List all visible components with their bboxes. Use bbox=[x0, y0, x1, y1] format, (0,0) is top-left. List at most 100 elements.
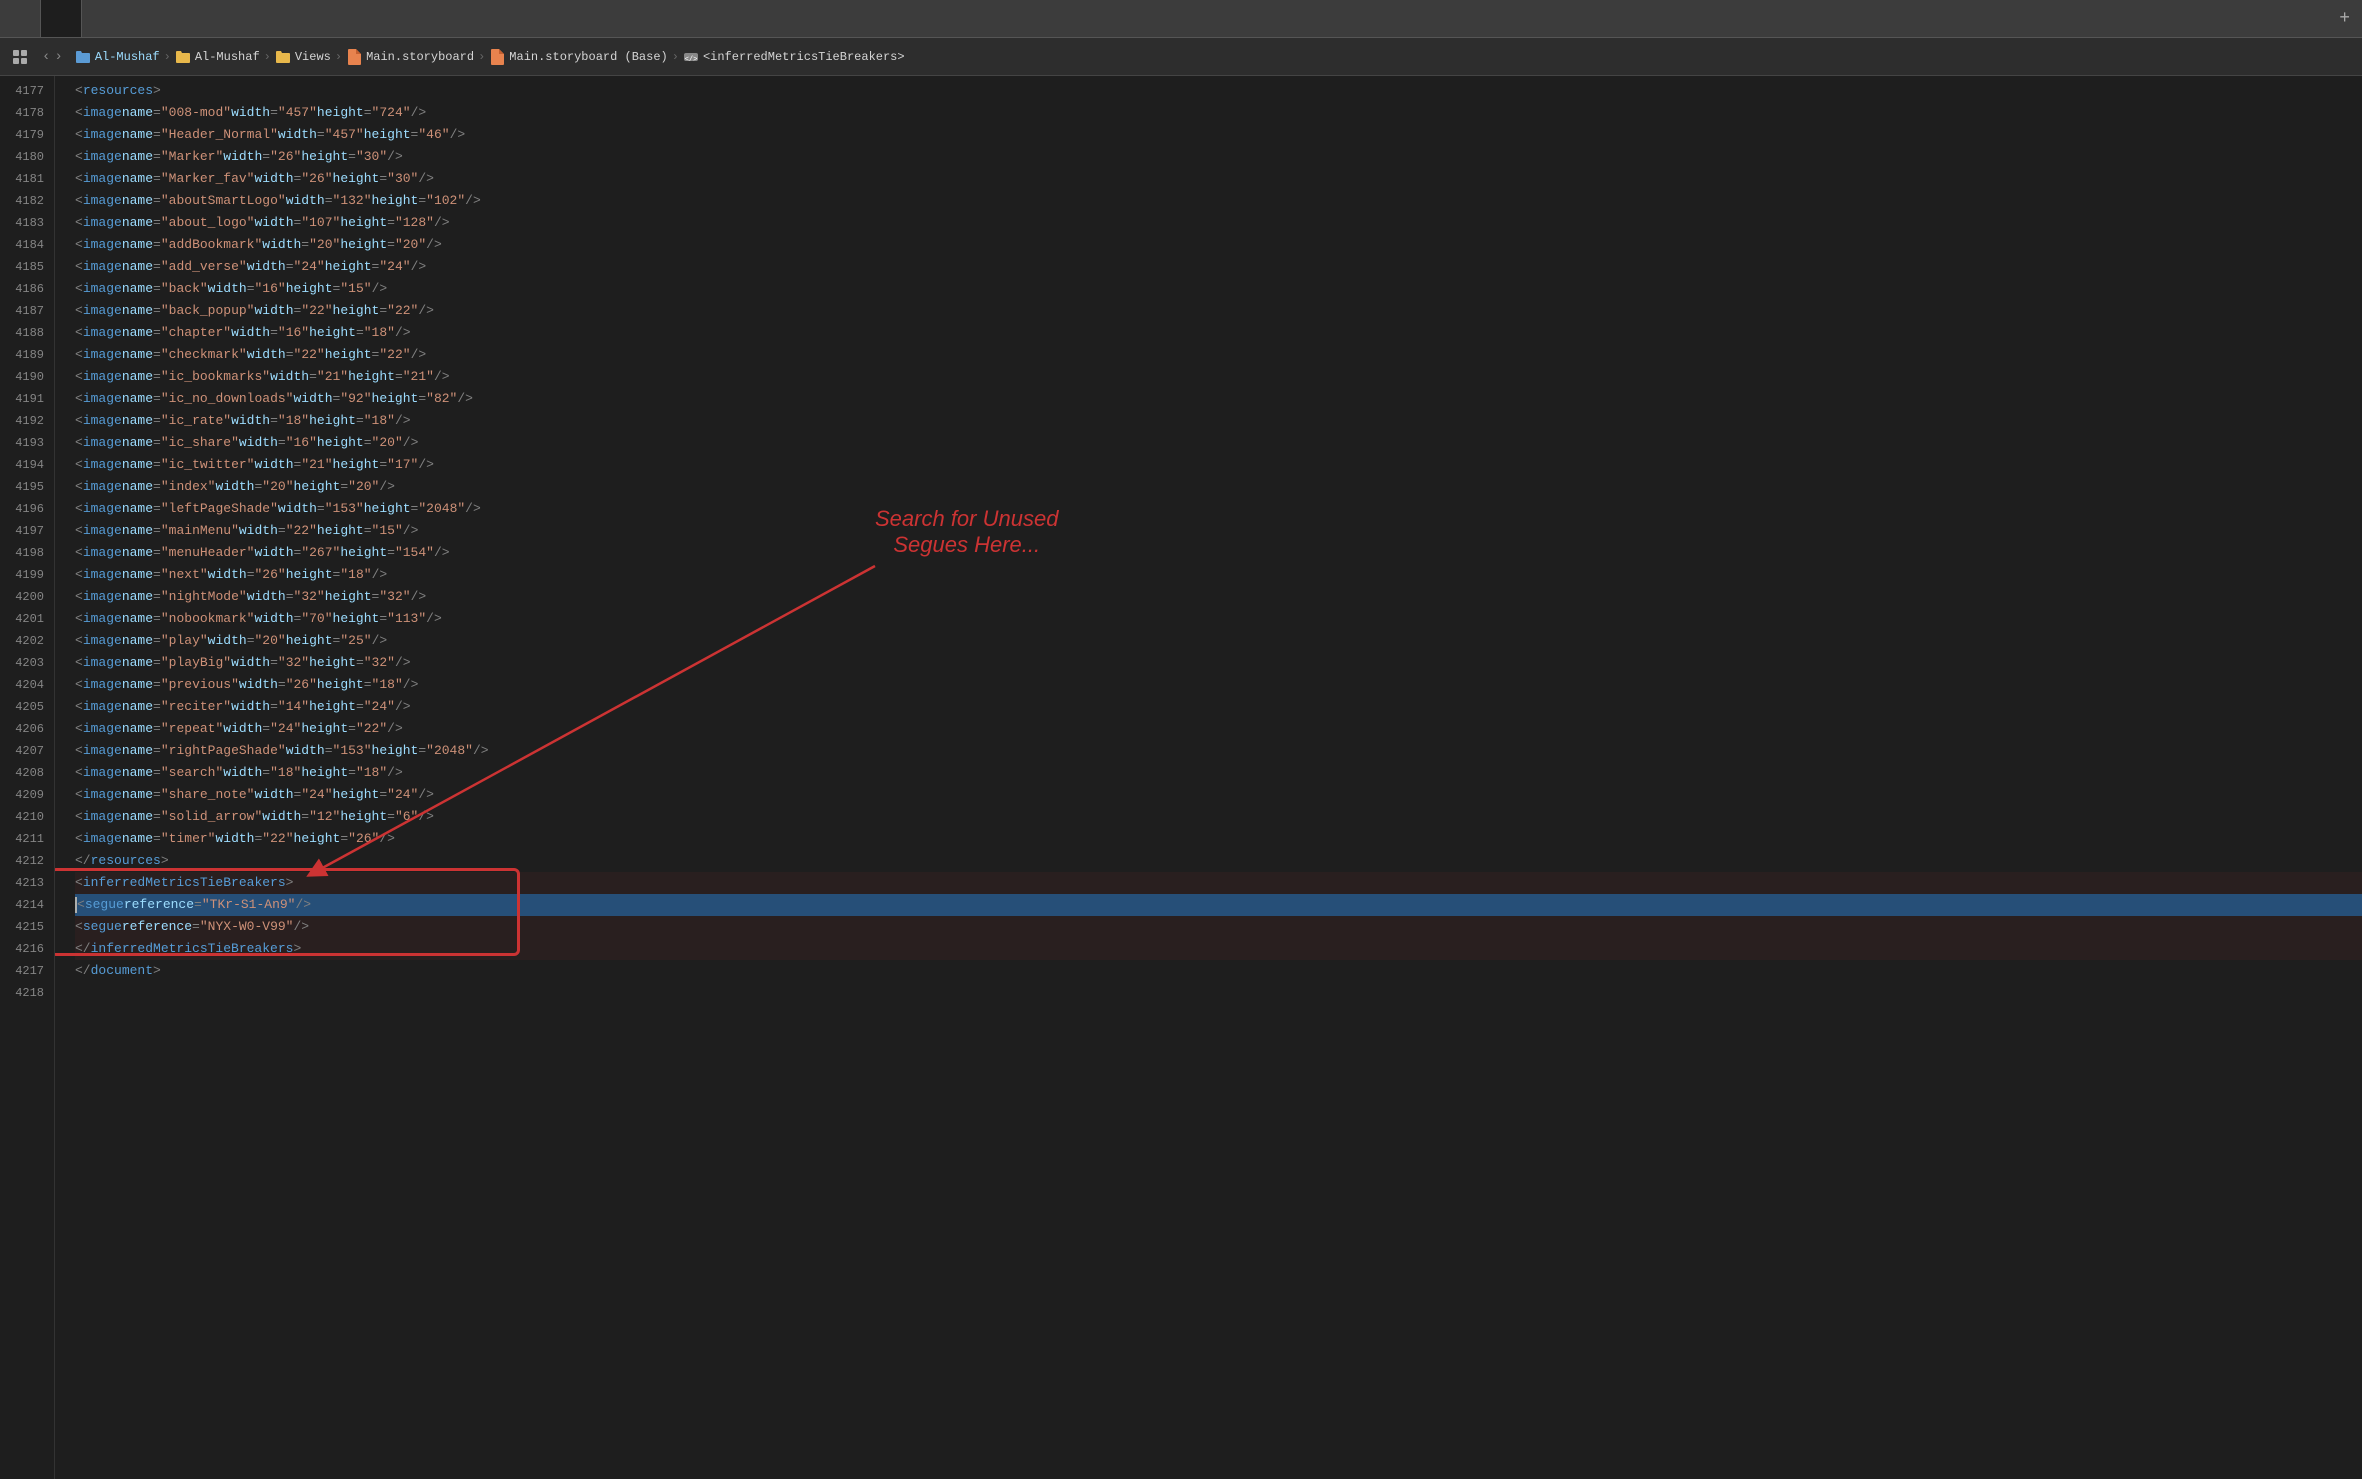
line-number-4216: 4216 bbox=[0, 938, 54, 960]
code-line-4185[interactable]: <image name="add_verse" width="24" heigh… bbox=[75, 256, 2362, 278]
breadcrumb-folder-icon-1 bbox=[75, 49, 91, 65]
code-line-4200[interactable]: <image name="nightMode" width="32" heigh… bbox=[75, 586, 2362, 608]
line-number-4185: 4185 bbox=[0, 256, 54, 278]
line-number-4182: 4182 bbox=[0, 190, 54, 212]
line-number-4211: 4211 bbox=[0, 828, 54, 850]
code-line-4212[interactable]: </resources> bbox=[75, 850, 2362, 872]
breadcrumb-item-views[interactable]: Views bbox=[295, 50, 331, 64]
line-number-4201: 4201 bbox=[0, 608, 54, 630]
code-line-4182[interactable]: <image name="aboutSmartLogo" width="132"… bbox=[75, 190, 2362, 212]
line-number-4180: 4180 bbox=[0, 146, 54, 168]
code-line-4210[interactable]: <image name="solid_arrow" width="12" hei… bbox=[75, 806, 2362, 828]
code-line-4216[interactable]: </inferredMetricsTieBreakers> bbox=[75, 938, 2362, 960]
tab-appdelegate[interactable] bbox=[0, 0, 41, 37]
breadcrumb-item-almushaf-1[interactable]: Al-Mushaf bbox=[95, 50, 160, 64]
code-line-4205[interactable]: <image name="reciter" width="14" height=… bbox=[75, 696, 2362, 718]
line-number-4210: 4210 bbox=[0, 806, 54, 828]
code-line-4209[interactable]: <image name="share_note" width="24" heig… bbox=[75, 784, 2362, 806]
code-line-4180[interactable]: <image name="Marker" width="26" height="… bbox=[75, 146, 2362, 168]
code-line-4206[interactable]: <image name="repeat" width="24" height="… bbox=[75, 718, 2362, 740]
code-line-4196[interactable]: <image name="leftPageShade" width="153" … bbox=[75, 498, 2362, 520]
line-number-4203: 4203 bbox=[0, 652, 54, 674]
line-number-4213: 4213 bbox=[0, 872, 54, 894]
code-line-4199[interactable]: <image name="next" width="26" height="18… bbox=[75, 564, 2362, 586]
line-number-4212: 4212 bbox=[0, 850, 54, 872]
breadcrumb-sep-3: › bbox=[335, 50, 342, 64]
code-line-4184[interactable]: <image name="addBookmark" width="20" hei… bbox=[75, 234, 2362, 256]
code-line-4192[interactable]: <image name="ic_rate" width="18" height=… bbox=[75, 410, 2362, 432]
line-number-4189: 4189 bbox=[0, 344, 54, 366]
code-area: 4177417841794180418141824183418441854186… bbox=[0, 76, 2362, 1479]
breadcrumb-sep-1: › bbox=[164, 50, 171, 64]
breadcrumb-file-icon-2 bbox=[489, 49, 505, 65]
line-number-4218: 4218 bbox=[0, 982, 54, 1004]
breadcrumb-item-inferred-metrics[interactable]: <inferredMetricsTieBreakers> bbox=[703, 50, 905, 64]
breadcrumb-folder-icon-2 bbox=[175, 49, 191, 65]
line-number-4191: 4191 bbox=[0, 388, 54, 410]
code-line-4213[interactable]: <inferredMetricsTieBreakers> bbox=[75, 872, 2362, 894]
code-line-4203[interactable]: <image name="playBig" width="32" height=… bbox=[75, 652, 2362, 674]
breadcrumb-item-main-storyboard[interactable]: Main.storyboard bbox=[366, 50, 474, 64]
tab-mainstoryboard[interactable] bbox=[41, 0, 82, 37]
line-number-4181: 4181 bbox=[0, 168, 54, 190]
line-number-4214: 4214 bbox=[0, 894, 54, 916]
code-line-4208[interactable]: <image name="search" width="18" height="… bbox=[75, 762, 2362, 784]
line-number-4217: 4217 bbox=[0, 960, 54, 982]
nav-forward-icon[interactable]: › bbox=[54, 49, 62, 65]
breadcrumb-sep-5: › bbox=[672, 50, 679, 64]
tab-add-button[interactable]: + bbox=[2327, 9, 2362, 29]
code-line-4183[interactable]: <image name="about_logo" width="107" hei… bbox=[75, 212, 2362, 234]
line-number-4204: 4204 bbox=[0, 674, 54, 696]
code-line-4201[interactable]: <image name="nobookmark" width="70" heig… bbox=[75, 608, 2362, 630]
line-number-4190: 4190 bbox=[0, 366, 54, 388]
line-number-4215: 4215 bbox=[0, 916, 54, 938]
breadcrumb-tag-icon: </> bbox=[683, 49, 699, 65]
line-number-4198: 4198 bbox=[0, 542, 54, 564]
code-line-4217[interactable]: </document> bbox=[75, 960, 2362, 982]
line-number-4194: 4194 bbox=[0, 454, 54, 476]
line-number-4179: 4179 bbox=[0, 124, 54, 146]
code-line-4214[interactable]: <segue reference="TKr-S1-An9"/> bbox=[75, 894, 2362, 916]
code-line-4190[interactable]: <image name="ic_bookmarks" width="21" he… bbox=[75, 366, 2362, 388]
code-line-4191[interactable]: <image name="ic_no_downloads" width="92"… bbox=[75, 388, 2362, 410]
code-line-4188[interactable]: <image name="chapter" width="16" height=… bbox=[75, 322, 2362, 344]
code-line-4202[interactable]: <image name="play" width="20" height="25… bbox=[75, 630, 2362, 652]
line-number-4192: 4192 bbox=[0, 410, 54, 432]
line-number-4197: 4197 bbox=[0, 520, 54, 542]
code-line-4215[interactable]: <segue reference="NYX-W0-V99"/> bbox=[75, 916, 2362, 938]
code-line-4189[interactable]: <image name="checkmark" width="22" heigh… bbox=[75, 344, 2362, 366]
nav-back-icon[interactable]: ‹ bbox=[42, 49, 50, 65]
line-numbers: 4177417841794180418141824183418441854186… bbox=[0, 76, 55, 1479]
line-number-4205: 4205 bbox=[0, 696, 54, 718]
breadcrumb-item-almushaf-2[interactable]: Al-Mushaf bbox=[195, 50, 260, 64]
line-number-4207: 4207 bbox=[0, 740, 54, 762]
breadcrumb-sep-2: › bbox=[264, 50, 271, 64]
code-line-4211[interactable]: <image name="timer" width="22" height="2… bbox=[75, 828, 2362, 850]
code-line-4207[interactable]: <image name="rightPageShade" width="153"… bbox=[75, 740, 2362, 762]
code-line-4178[interactable]: <image name="008-mod" width="457" height… bbox=[75, 102, 2362, 124]
svg-text:</>: </> bbox=[685, 56, 698, 64]
line-number-4208: 4208 bbox=[0, 762, 54, 784]
code-line-4177[interactable]: <resources> bbox=[75, 80, 2362, 102]
code-line-4179[interactable]: <image name="Header_Normal" width="457" … bbox=[75, 124, 2362, 146]
code-line-4204[interactable]: <image name="previous" width="26" height… bbox=[75, 674, 2362, 696]
line-number-4195: 4195 bbox=[0, 476, 54, 498]
title-bar: + bbox=[0, 0, 2362, 38]
code-line-4193[interactable]: <image name="ic_share" width="16" height… bbox=[75, 432, 2362, 454]
line-number-4184: 4184 bbox=[0, 234, 54, 256]
code-line-4181[interactable]: <image name="Marker_fav" width="26" heig… bbox=[75, 168, 2362, 190]
code-line-4195[interactable]: <image name="index" width="20" height="2… bbox=[75, 476, 2362, 498]
code-line-4194[interactable]: <image name="ic_twitter" width="21" heig… bbox=[75, 454, 2362, 476]
code-line-4186[interactable]: <image name="back" width="16" height="15… bbox=[75, 278, 2362, 300]
line-number-4196: 4196 bbox=[0, 498, 54, 520]
line-number-4178: 4178 bbox=[0, 102, 54, 124]
code-line-4187[interactable]: <image name="back_popup" width="22" heig… bbox=[75, 300, 2362, 322]
code-line-4218[interactable] bbox=[75, 982, 2362, 1004]
nav-arrows: ‹ › bbox=[42, 49, 63, 65]
line-number-4202: 4202 bbox=[0, 630, 54, 652]
code-line-4198[interactable]: <image name="menuHeader" width="267" hei… bbox=[75, 542, 2362, 564]
breadcrumb-item-main-storyboard-base[interactable]: Main.storyboard (Base) bbox=[509, 50, 667, 64]
code-content[interactable]: <resources> <image name="008-mod" width=… bbox=[55, 76, 2362, 1479]
grid-icon[interactable] bbox=[10, 47, 30, 67]
code-line-4197[interactable]: <image name="mainMenu" width="22" height… bbox=[75, 520, 2362, 542]
